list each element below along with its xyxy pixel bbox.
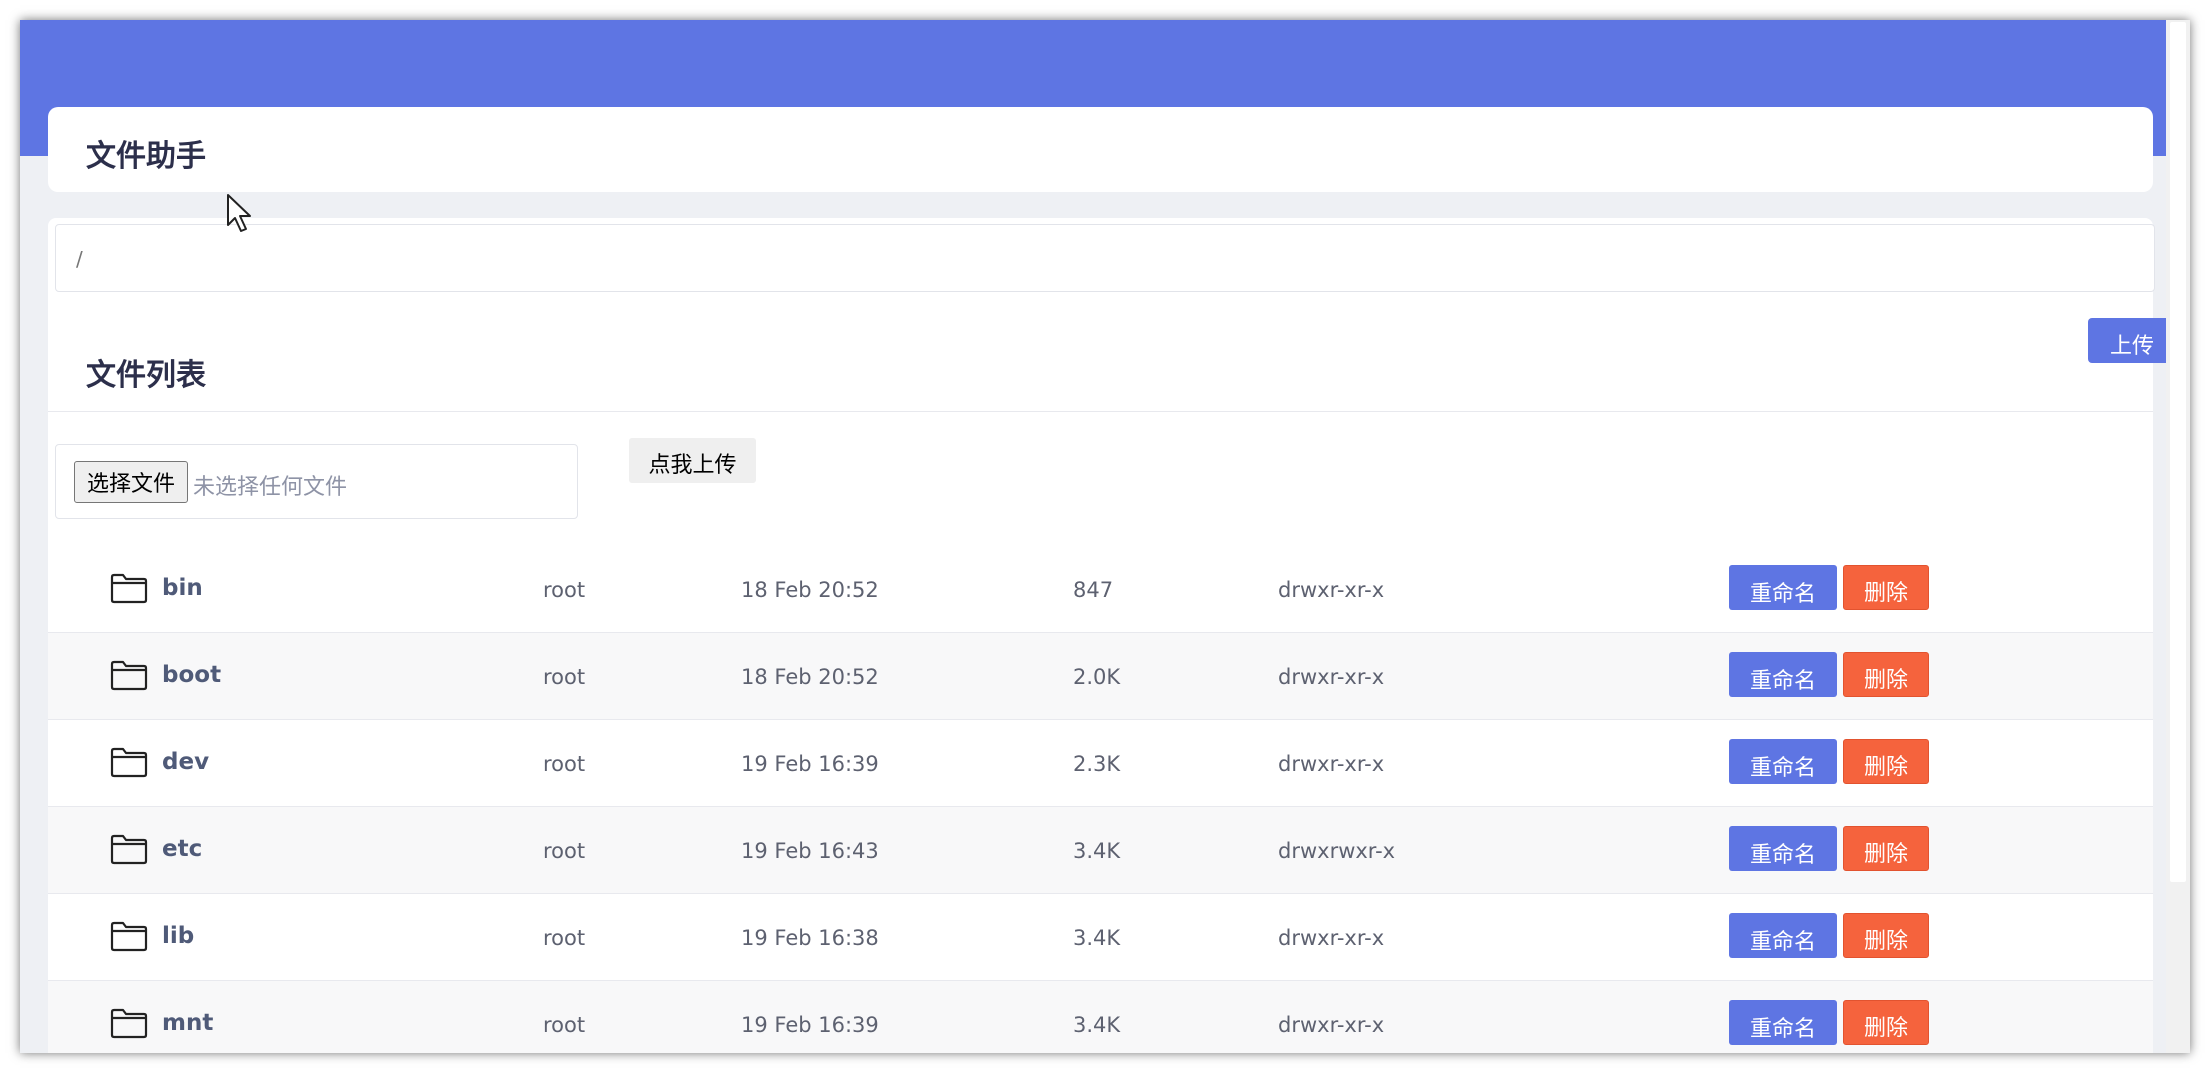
file-manager-panel: / 文件列表 上传 选择文件 未选择任何文件 点我上传 bin root 18 … [48,218,2176,1053]
rename-button[interactable]: 重命名 [1729,826,1837,871]
file-name[interactable]: bin [162,575,203,601]
delete-button[interactable]: 删除 [1843,913,1929,958]
file-date: 18 Feb 20:52 [741,665,879,689]
file-owner: root [543,752,586,776]
folder-icon [110,1008,148,1039]
rename-button[interactable]: 重命名 [1729,652,1837,697]
submit-upload-button[interactable]: 点我上传 [629,438,756,483]
rename-button[interactable]: 重命名 [1729,739,1837,784]
file-list-title: 文件列表 [86,358,206,393]
rename-button[interactable]: 重命名 [1729,565,1837,610]
file-name[interactable]: dev [162,749,209,775]
folder-icon [110,573,148,604]
scrollbar[interactable] [2166,20,2190,1053]
file-permissions: drwxr-xr-x [1278,1013,1385,1037]
folder-icon [110,660,148,691]
file-size: 3.4K [1073,1013,1121,1037]
file-date: 18 Feb 20:52 [741,578,879,602]
current-path: / [76,247,83,271]
file-owner: root [543,1013,586,1037]
file-size: 3.4K [1073,839,1121,863]
app-title: 文件助手 [86,139,206,174]
file-name[interactable]: lib [162,923,194,949]
file-owner: root [543,926,586,950]
upload-button[interactable]: 上传 [2088,318,2176,363]
file-permissions: drwxr-xr-x [1278,926,1385,950]
delete-button[interactable]: 删除 [1843,652,1929,697]
table-row[interactable]: bin root 18 Feb 20:52 847 drwxr-xr-x 重命名… [48,546,2153,633]
file-date: 19 Feb 16:38 [741,926,879,950]
file-permissions: drwxr-xr-x [1278,578,1385,602]
app-window: 文件助手 / 文件列表 上传 选择文件 未选择任何文件 点我上传 bin roo… [20,20,2190,1053]
file-name[interactable]: mnt [162,1010,213,1036]
path-field[interactable]: / [55,224,2155,292]
folder-icon [110,921,148,952]
file-name[interactable]: etc [162,836,202,862]
divider [48,411,2153,412]
file-size: 2.0K [1073,665,1121,689]
file-owner: root [543,665,586,689]
table-row[interactable]: etc root 19 Feb 16:43 3.4K drwxrwxr-x 重命… [48,807,2153,894]
file-size: 3.4K [1073,926,1121,950]
file-size: 2.3K [1073,752,1121,776]
scrollbar-thumb[interactable] [2170,22,2186,882]
folder-icon [110,834,148,865]
table-row[interactable]: lib root 19 Feb 16:38 3.4K drwxr-xr-x 重命… [48,894,2153,981]
choose-file-button[interactable]: 选择文件 [74,461,188,503]
no-file-selected-text: 未选择任何文件 [193,475,348,500]
table-row[interactable]: mnt root 19 Feb 16:39 3.4K drwxr-xr-x 重命… [48,981,2153,1053]
delete-button[interactable]: 删除 [1843,565,1929,610]
rename-button[interactable]: 重命名 [1729,913,1837,958]
rename-button[interactable]: 重命名 [1729,1000,1837,1045]
file-date: 19 Feb 16:39 [741,752,879,776]
file-date: 19 Feb 16:43 [741,839,879,863]
file-permissions: drwxr-xr-x [1278,665,1385,689]
file-table: bin root 18 Feb 20:52 847 drwxr-xr-x 重命名… [48,546,2153,1053]
delete-button[interactable]: 删除 [1843,1000,1929,1045]
delete-button[interactable]: 删除 [1843,739,1929,784]
file-input: 选择文件 未选择任何文件 [55,444,578,519]
file-size: 847 [1073,578,1114,602]
table-row[interactable]: boot root 18 Feb 20:52 2.0K drwxr-xr-x 重… [48,633,2153,720]
file-name[interactable]: boot [162,662,221,688]
folder-icon [110,747,148,778]
file-permissions: drwxrwxr-x [1278,839,1396,863]
file-permissions: drwxr-xr-x [1278,752,1385,776]
title-card: 文件助手 [48,107,2153,192]
delete-button[interactable]: 删除 [1843,826,1929,871]
table-row[interactable]: dev root 19 Feb 16:39 2.3K drwxr-xr-x 重命… [48,720,2153,807]
mouse-cursor-icon [227,194,251,232]
file-owner: root [543,578,586,602]
file-date: 19 Feb 16:39 [741,1013,879,1037]
file-owner: root [543,839,586,863]
